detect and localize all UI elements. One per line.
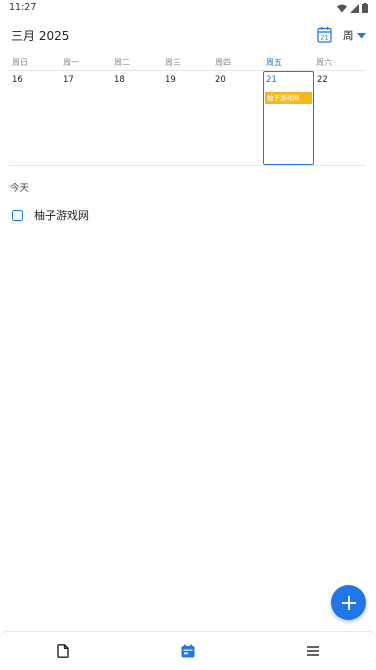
day-number: 19 [165, 75, 176, 85]
weekday-header-row: 周日 周一 周二 周三 周四 周五 周六 [9, 57, 366, 71]
weekday-label: 周二 [114, 58, 130, 67]
day-number: 18 [114, 75, 125, 85]
day-cell[interactable]: 19 [162, 71, 212, 165]
day-cell[interactable]: 17 [60, 71, 111, 165]
day-number: 22 [317, 75, 328, 85]
day-number: 21 [266, 75, 277, 85]
status-icons [337, 3, 368, 13]
nav-calendar[interactable] [180, 643, 196, 659]
task-item[interactable]: 柚子游戏网 [12, 207, 89, 223]
weekday-label: 周五 [266, 58, 282, 67]
weekday-label: 周六 [316, 58, 332, 67]
add-task-button[interactable] [331, 585, 366, 620]
document-icon [57, 644, 69, 658]
nav-menu[interactable] [305, 643, 321, 659]
task-label[interactable]: 柚子游戏网 [34, 207, 89, 223]
header: 三月 2025 21 周 [0, 20, 376, 50]
menu-icon [307, 646, 319, 656]
task-checkbox[interactable] [12, 209, 23, 221]
bottom-navigation [0, 631, 376, 670]
battery-icon [362, 3, 368, 13]
day-cell[interactable]: 18 [111, 71, 162, 165]
day-number: 17 [63, 75, 74, 85]
days-row: 16 17 18 19 20 21 柚子游戏网 22 [9, 71, 366, 165]
status-time: 11:27 [9, 2, 37, 13]
event-chip[interactable]: 柚子游戏网 [265, 92, 312, 104]
plus-icon [341, 595, 356, 610]
week-grid: 周日 周一 周二 周三 周四 周五 周六 16 17 18 19 20 21 柚… [9, 57, 366, 165]
day-cell-today[interactable]: 21 柚子游戏网 [263, 71, 314, 165]
weekday-label: 周三 [165, 58, 181, 67]
view-mode-dropdown[interactable]: 周 [343, 28, 366, 43]
jump-to-today-button[interactable]: 21 [317, 26, 332, 43]
day-cell[interactable]: 20 [212, 71, 263, 165]
month-title[interactable]: 三月 2025 [11, 27, 69, 44]
calendar-today-icon: 21 [317, 26, 332, 43]
status-bar: 11:27 [0, 0, 376, 16]
day-number: 16 [12, 75, 23, 85]
calendar-icon [181, 644, 195, 658]
day-cell[interactable]: 16 [9, 71, 60, 165]
weekday-label: 周日 [12, 58, 28, 67]
nav-tasks[interactable] [55, 643, 71, 659]
weekday-label: 周一 [63, 58, 79, 67]
dropdown-triangle-icon [356, 32, 366, 38]
wifi-icon [337, 4, 347, 12]
view-mode-label: 周 [343, 30, 354, 42]
day-cell[interactable]: 22 [314, 71, 366, 165]
day-number: 20 [215, 75, 226, 85]
weekday-label: 周四 [215, 58, 231, 67]
divider [9, 165, 366, 166]
calendar-icon-day: 21 [320, 34, 328, 42]
today-section-title: 今天 [10, 183, 30, 194]
signal-icon [350, 3, 359, 13]
